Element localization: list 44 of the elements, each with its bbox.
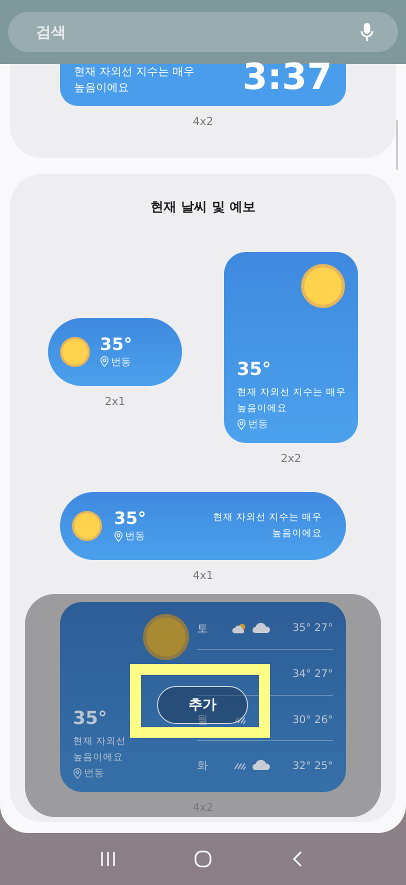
sun-icon (60, 336, 90, 366)
search-field[interactable]: 검색 (8, 12, 398, 52)
forecast-day: 토 (197, 622, 208, 635)
home-icon[interactable] (194, 850, 212, 868)
cloud-icon (252, 622, 271, 634)
location-pin-icon (114, 530, 123, 542)
temperature: 35° (114, 509, 146, 529)
location-label: 번동 (125, 530, 145, 543)
location-pin-icon (237, 418, 246, 430)
location-pin-icon (73, 768, 82, 778)
uv-description: 현재 자외선 지수는 매우 높음이에요 (237, 386, 345, 416)
weather-widget[interactable]: 현재 자외선 지수는 매우 높음이에요 3:37 (60, 64, 346, 106)
weather-widget[interactable]: 35° 번동 (48, 318, 182, 386)
forecast-temperatures: 35° 27° (292, 622, 333, 634)
uv-description: 현재 자외선 지수는 매우 높음이에요 (74, 64, 194, 96)
scrollbar (396, 120, 398, 170)
sun-icon (301, 264, 345, 308)
forecast-day: 화 (197, 759, 208, 772)
forecast-temperatures: 34° 27° (292, 668, 333, 680)
temperature: 35° (100, 334, 132, 354)
weather-widget[interactable]: 35° 번동 현재 자외선 지수는 매우 높음이에요 (60, 492, 346, 560)
location-label: 번동 (84, 767, 104, 780)
forecast-temperatures: 32° 25° (292, 760, 333, 772)
size-label: 2x2 (280, 452, 302, 465)
sun-icon (143, 614, 189, 660)
search-placeholder: 검색 (36, 22, 66, 42)
size-label: 4x1 (192, 569, 214, 582)
sun-icon (72, 511, 102, 541)
temperature: 35° (237, 359, 272, 381)
cloud-icon (252, 760, 271, 772)
recent-apps-icon[interactable] (98, 850, 117, 868)
forecast-temperatures: 30° 26° (292, 714, 333, 726)
section-title: 현재 날씨 및 예보 (150, 199, 256, 216)
microphone-icon[interactable] (360, 22, 374, 42)
weather-widget[interactable]: 35° 현재 자외선 지수는 매우 높음이에요 번동 (224, 252, 358, 443)
uv-description: 현재 자외선 지수는 매우 높음이에요 (212, 511, 322, 541)
uv-description: 현재 자외선 높음이에요 (73, 735, 128, 765)
location-label: 번동 (248, 418, 268, 431)
location-pin-icon (100, 356, 109, 367)
clock-time: 3:37 (242, 62, 332, 94)
size-label: 4x2 (192, 115, 214, 128)
size-label: 2x1 (104, 394, 126, 408)
temperature: 35° (73, 708, 108, 730)
location-label: 번동 (111, 356, 131, 368)
